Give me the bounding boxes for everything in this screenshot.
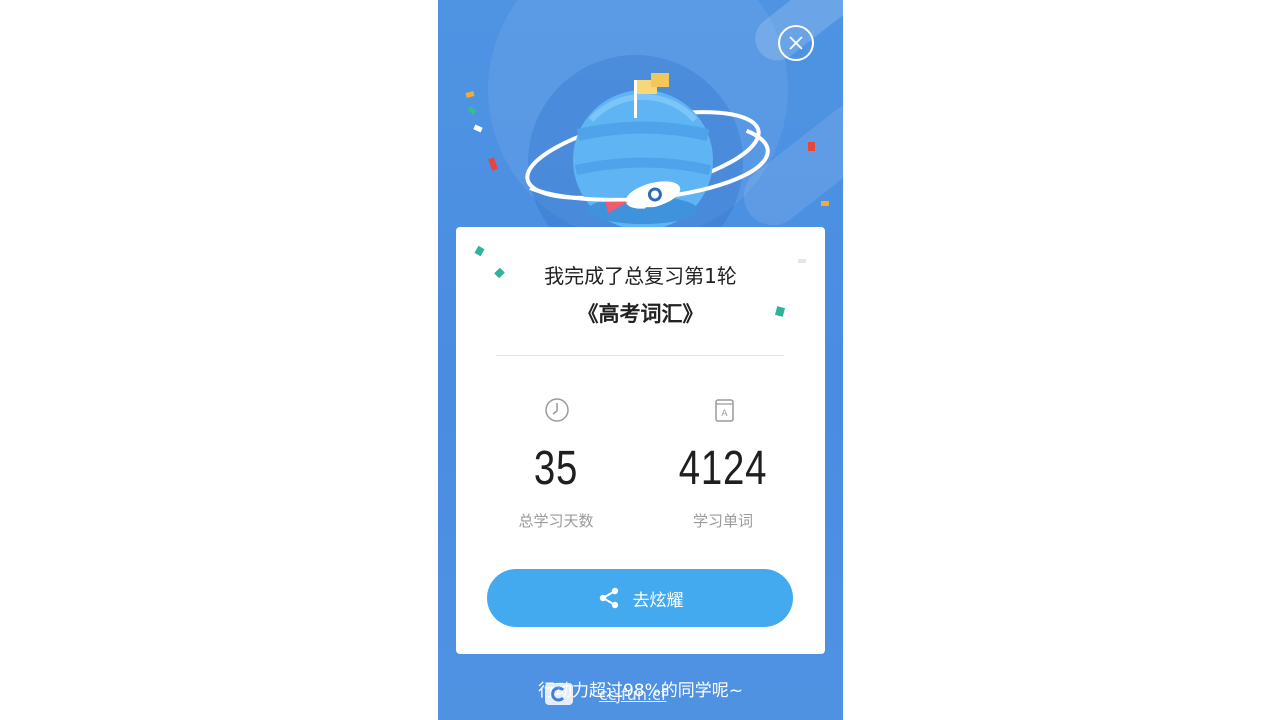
confetti bbox=[474, 245, 485, 257]
close-icon bbox=[789, 36, 803, 50]
share-button[interactable]: 去炫耀 bbox=[487, 569, 793, 627]
confetti bbox=[467, 106, 477, 115]
close-button[interactable] bbox=[778, 25, 814, 61]
watermark: ccjfun.cf bbox=[545, 682, 666, 706]
stat-total-days: 35 总学习天数 bbox=[471, 397, 641, 547]
watermark-logo-icon bbox=[545, 683, 573, 705]
confetti bbox=[473, 124, 483, 133]
share-button-label: 去炫耀 bbox=[632, 590, 684, 611]
words-learned-value: 4124 bbox=[678, 442, 768, 495]
svg-text:A: A bbox=[721, 409, 728, 419]
divider bbox=[496, 355, 784, 356]
total-days-value: 35 bbox=[533, 442, 579, 495]
words-learned-label: 学习单词 bbox=[692, 512, 753, 530]
confetti bbox=[465, 91, 475, 98]
achievement-screen: 我完成了总复习第1轮 《高考词汇》 35 总学习天数 A 4124 学习单词 去… bbox=[438, 0, 843, 720]
stat-words-learned: A 4124 学习单词 bbox=[638, 397, 808, 547]
summary-card: 我完成了总复习第1轮 《高考词汇》 35 总学习天数 A 4124 学习单词 去… bbox=[456, 227, 825, 654]
share-icon bbox=[599, 587, 618, 609]
confetti bbox=[488, 157, 498, 171]
clock-icon bbox=[545, 398, 569, 422]
book-icon: A bbox=[715, 399, 734, 422]
watermark-text: ccjfun.cf bbox=[599, 684, 667, 704]
confetti bbox=[821, 201, 829, 206]
completion-headline: 我完成了总复习第1轮 bbox=[544, 264, 737, 288]
confetti bbox=[808, 142, 815, 151]
planet-rocket-illustration bbox=[525, 73, 770, 230]
book-title: 《高考词汇》 bbox=[577, 302, 704, 326]
total-days-label: 总学习天数 bbox=[518, 512, 594, 530]
